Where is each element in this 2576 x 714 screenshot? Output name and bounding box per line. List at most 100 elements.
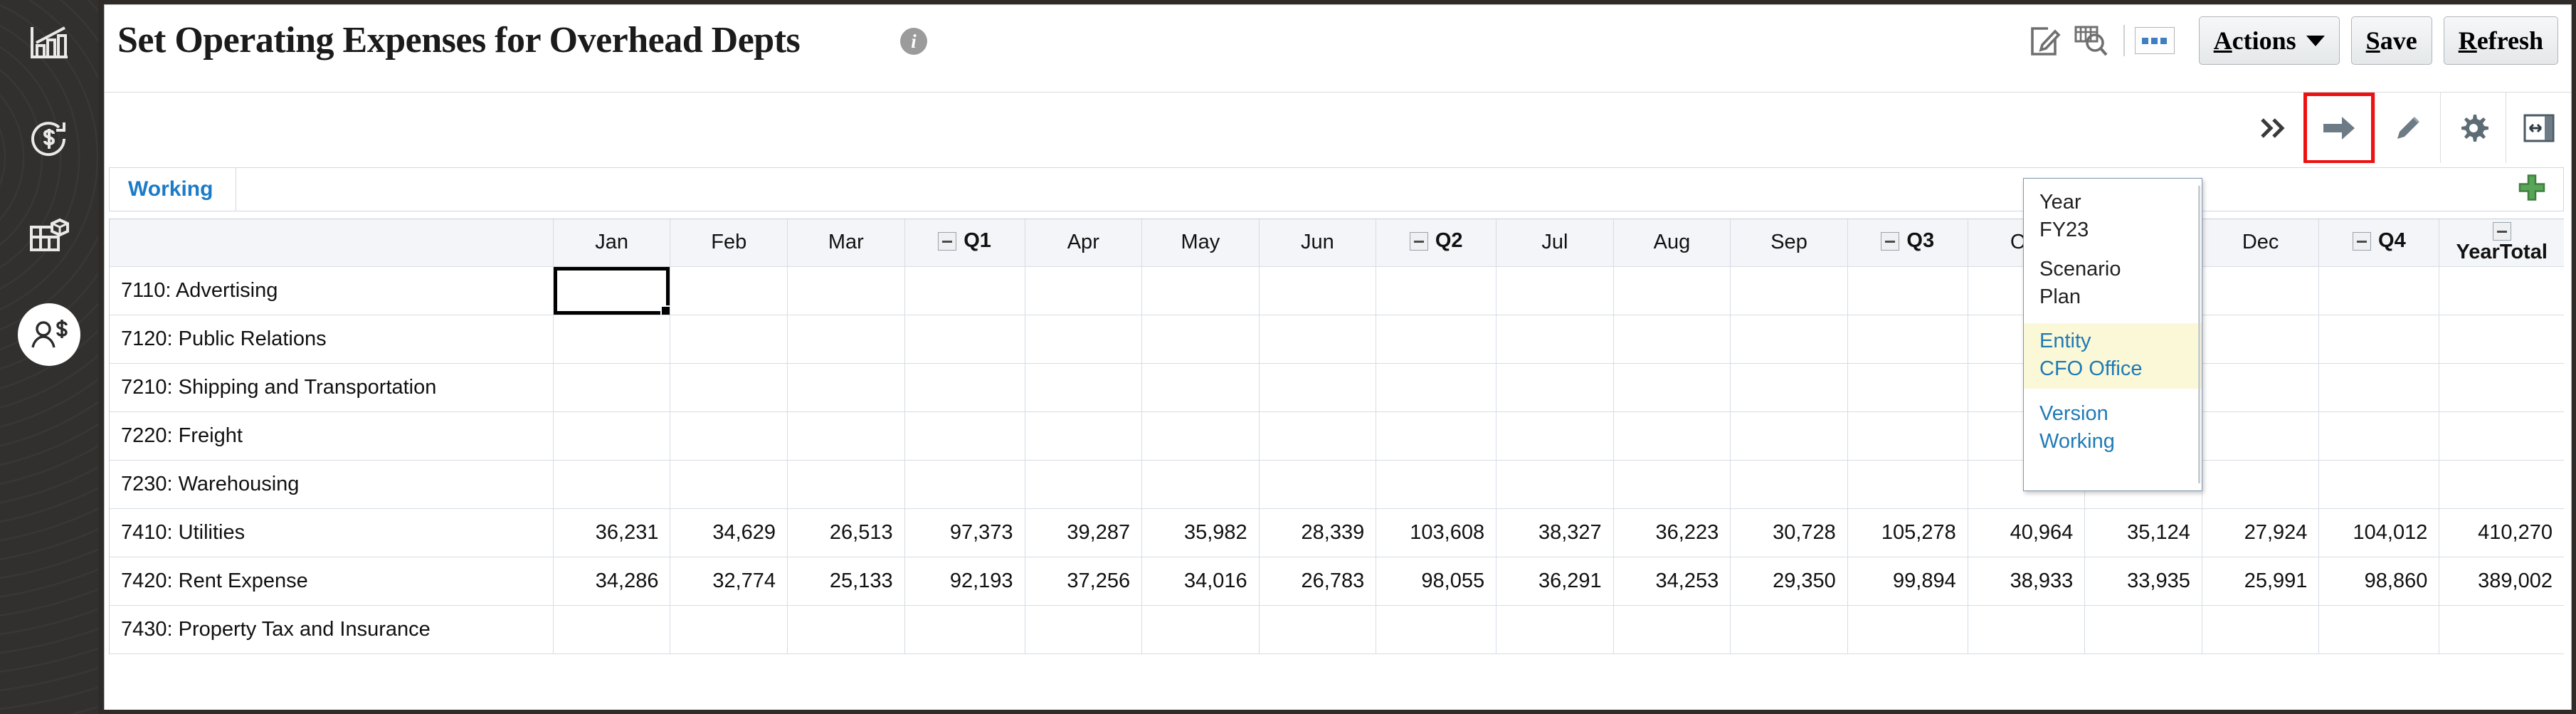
collapse-q1-icon[interactable]	[938, 232, 956, 251]
cell-7430-q1[interactable]	[904, 605, 1025, 653]
cell-7220-q4[interactable]	[2319, 411, 2439, 460]
cell-7230-q4[interactable]	[2319, 460, 2439, 508]
col-header-q4[interactable]: Q4	[2319, 219, 2439, 266]
cell-7410-aug[interactable]: 36,223	[1613, 508, 1731, 557]
cell-7210-mar[interactable]	[788, 363, 905, 411]
cell-7430-nov[interactable]	[2085, 605, 2202, 653]
cell-7420-q2[interactable]: 98,055	[1376, 557, 1496, 605]
cell-7430-q2[interactable]	[1376, 605, 1496, 653]
cell-7110-yeartotal[interactable]	[2439, 266, 2564, 315]
save-button[interactable]: Save	[2351, 16, 2432, 65]
cell-7220-apr[interactable]	[1025, 411, 1142, 460]
cell-7110-may[interactable]	[1142, 266, 1260, 315]
cell-7430-yeartotal[interactable]	[2439, 605, 2564, 653]
settings-gear-button[interactable]	[2440, 93, 2506, 164]
cell-7230-q2[interactable]	[1376, 460, 1496, 508]
col-header-jan[interactable]: Jan	[553, 219, 670, 266]
cell-7430-may[interactable]	[1142, 605, 1260, 653]
cell-7120-jan[interactable]	[553, 315, 670, 363]
pov-scrollbar[interactable]	[2198, 186, 2200, 483]
cell-7430-oct[interactable]	[1968, 605, 2085, 653]
cell-7420-oct[interactable]: 38,933	[1968, 557, 2085, 605]
cell-7210-jun[interactable]	[1259, 363, 1376, 411]
collapse-q3-icon[interactable]	[1881, 232, 1899, 251]
cell-7110-jan[interactable]	[553, 266, 670, 315]
cell-7220-q1[interactable]	[904, 411, 1025, 460]
cell-7210-feb[interactable]	[670, 363, 788, 411]
cell-7110-jun[interactable]	[1259, 266, 1376, 315]
cell-7230-mar[interactable]	[788, 460, 905, 508]
cell-7420-jan[interactable]: 34,286	[553, 557, 670, 605]
cell-7420-jul[interactable]: 36,291	[1496, 557, 1614, 605]
actions-button[interactable]: Actions	[2199, 16, 2340, 65]
row-header-7230[interactable]: 7230: Warehousing	[110, 460, 553, 508]
cell-7420-nov[interactable]: 33,935	[2085, 557, 2202, 605]
cell-7420-mar[interactable]: 25,133	[788, 557, 905, 605]
col-header-apr[interactable]: Apr	[1025, 219, 1142, 266]
row-header-7210[interactable]: 7210: Shipping and Transportation	[110, 363, 553, 411]
cell-7110-q4[interactable]	[2319, 266, 2439, 315]
col-header-q3[interactable]: Q3	[1847, 219, 1968, 266]
cell-7210-may[interactable]	[1142, 363, 1260, 411]
cell-7230-q3[interactable]	[1847, 460, 1968, 508]
cell-7410-q1[interactable]: 97,373	[904, 508, 1025, 557]
cell-7430-aug[interactable]	[1613, 605, 1731, 653]
cell-7220-aug[interactable]	[1613, 411, 1731, 460]
cell-7220-yeartotal[interactable]	[2439, 411, 2564, 460]
cell-7410-jun[interactable]: 28,339	[1259, 508, 1376, 557]
cell-7410-q4[interactable]: 104,012	[2319, 508, 2439, 557]
collapse-q4-icon[interactable]	[2353, 232, 2371, 251]
more-options-button[interactable]	[2135, 27, 2175, 54]
cell-7120-q3[interactable]	[1847, 315, 1968, 363]
col-header-feb[interactable]: Feb	[670, 219, 788, 266]
cell-7430-apr[interactable]	[1025, 605, 1142, 653]
pov-group-version[interactable]: Version Working	[2024, 400, 2202, 456]
cell-7420-may[interactable]: 34,016	[1142, 557, 1260, 605]
cell-7230-jun[interactable]	[1259, 460, 1376, 508]
cell-7230-q1[interactable]	[904, 460, 1025, 508]
col-header-mar[interactable]: Mar	[788, 219, 905, 266]
pov-dropdown-menu[interactable]: Year FY23 Scenario Plan Entity CFO Offic…	[2023, 178, 2202, 491]
cell-7120-dec[interactable]	[2202, 315, 2319, 363]
cell-7210-aug[interactable]	[1613, 363, 1731, 411]
cell-7210-q2[interactable]	[1376, 363, 1496, 411]
cell-7420-feb[interactable]: 32,774	[670, 557, 788, 605]
cell-7430-mar[interactable]	[788, 605, 905, 653]
row-header-7420[interactable]: 7420: Rent Expense	[110, 557, 553, 605]
cell-7410-yeartotal[interactable]: 410,270	[2439, 508, 2564, 557]
cell-7220-jun[interactable]	[1259, 411, 1376, 460]
cell-7120-q4[interactable]	[2319, 315, 2439, 363]
sidebar-item-data[interactable]	[0, 201, 98, 272]
cell-7230-apr[interactable]	[1025, 460, 1142, 508]
sidebar-item-workforce[interactable]	[0, 299, 98, 370]
cell-7430-sep[interactable]	[1731, 605, 1848, 653]
cell-7420-q3[interactable]: 99,894	[1847, 557, 1968, 605]
overflow-chevron-icon[interactable]	[2242, 93, 2303, 164]
cell-7210-q1[interactable]	[904, 363, 1025, 411]
cell-7210-dec[interactable]	[2202, 363, 2319, 411]
cell-7410-mar[interactable]: 26,513	[788, 508, 905, 557]
collapse-panel-button[interactable]	[2506, 93, 2571, 164]
cell-7430-q4[interactable]	[2319, 605, 2439, 653]
cell-7230-aug[interactable]	[1613, 460, 1731, 508]
cell-7420-q1[interactable]: 92,193	[904, 557, 1025, 605]
refresh-button[interactable]: Refresh	[2444, 16, 2558, 65]
cell-7210-yeartotal[interactable]	[2439, 363, 2564, 411]
cell-7230-yeartotal[interactable]	[2439, 460, 2564, 508]
cell-7410-jul[interactable]: 38,327	[1496, 508, 1614, 557]
cell-7120-q2[interactable]	[1376, 315, 1496, 363]
data-inspect-icon[interactable]	[2068, 18, 2113, 63]
cell-7410-nov[interactable]: 35,124	[2085, 508, 2202, 557]
pov-group-entity[interactable]: Entity CFO Office	[2024, 323, 2202, 389]
cell-7220-feb[interactable]	[670, 411, 788, 460]
cell-7120-q1[interactable]	[904, 315, 1025, 363]
row-header-7120[interactable]: 7120: Public Relations	[110, 315, 553, 363]
row-header-7430[interactable]: 7430: Property Tax and Insurance	[110, 605, 553, 653]
cell-7220-jul[interactable]	[1496, 411, 1614, 460]
col-header-dec[interactable]: Dec	[2202, 219, 2319, 266]
cell-7120-feb[interactable]	[670, 315, 788, 363]
cell-7430-jan[interactable]	[553, 605, 670, 653]
cell-7420-yeartotal[interactable]: 389,002	[2439, 557, 2564, 605]
cell-7410-apr[interactable]: 39,287	[1025, 508, 1142, 557]
row-header-7410[interactable]: 7410: Utilities	[110, 508, 553, 557]
